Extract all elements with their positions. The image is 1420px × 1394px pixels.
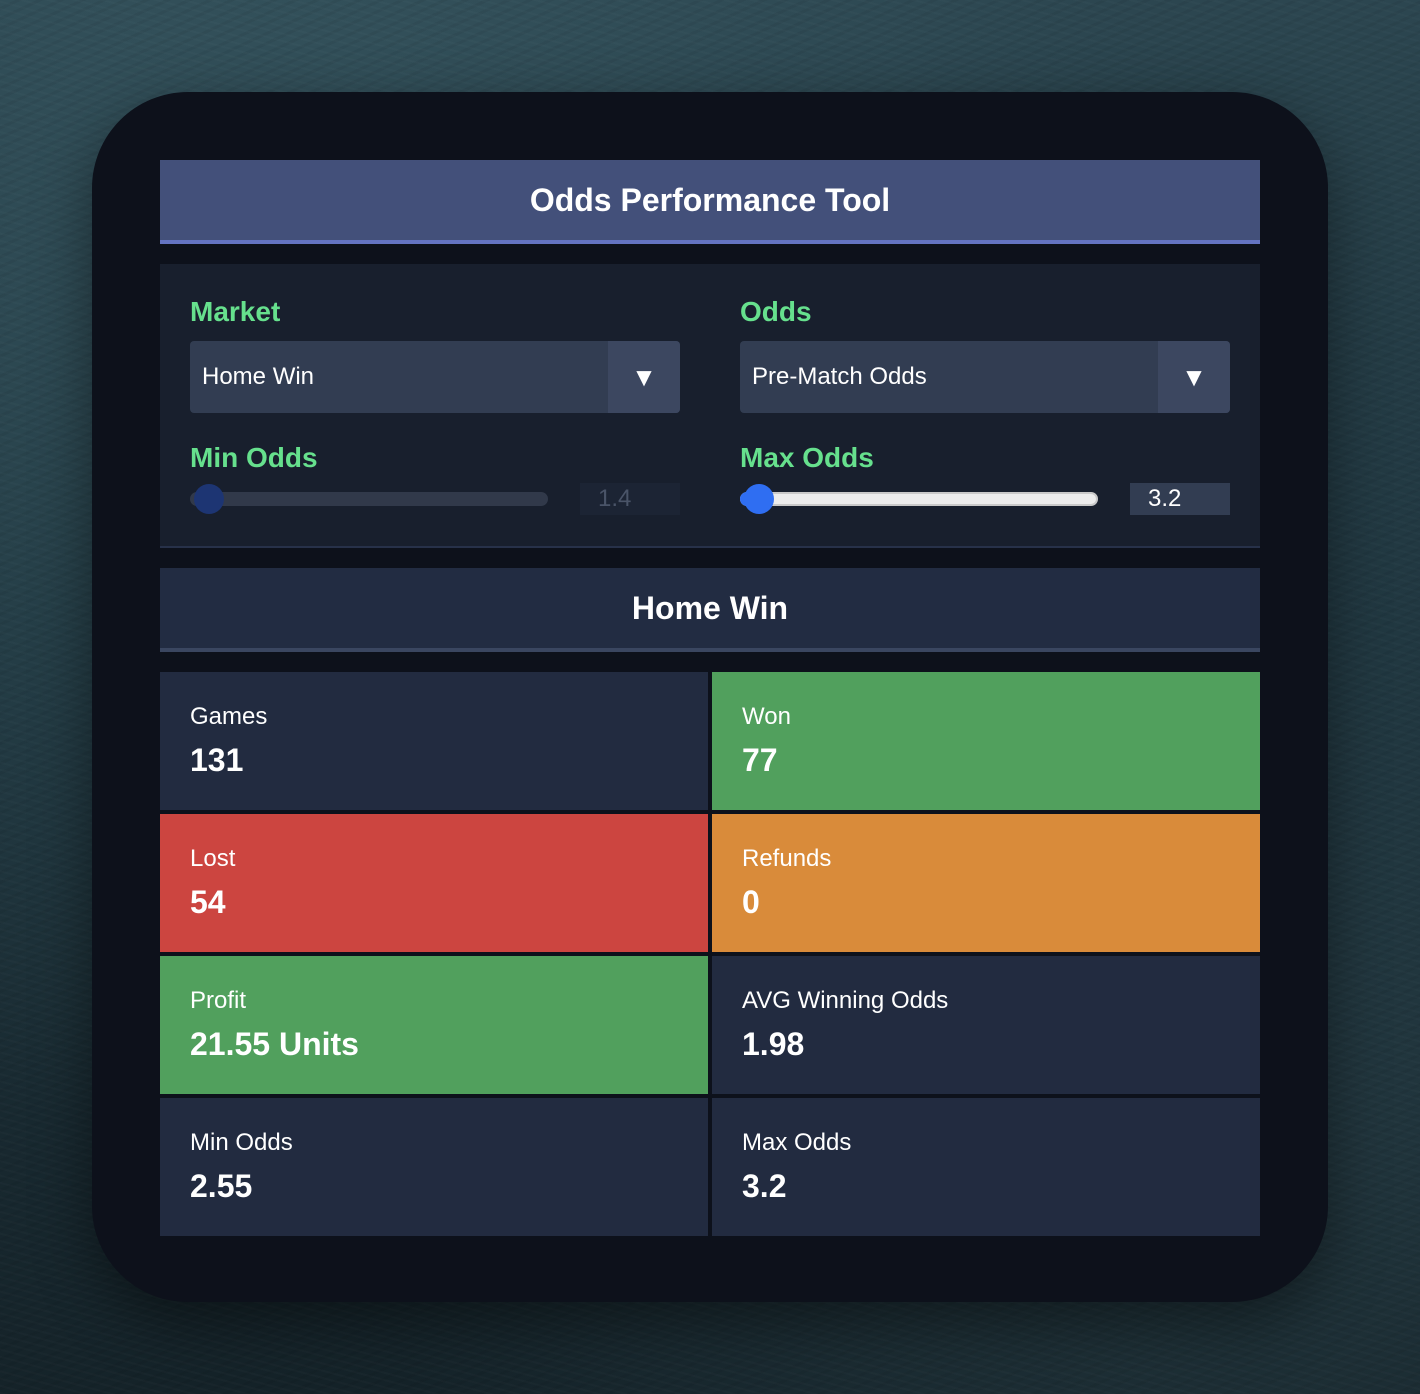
app-header: Odds Performance Tool — [160, 160, 1260, 244]
odds-label: Odds — [740, 296, 812, 327]
app-title: Odds Performance Tool — [529, 181, 891, 218]
min-odds-input[interactable]: 1.4 — [580, 483, 680, 515]
max-odds-slider-thumb[interactable] — [744, 484, 774, 514]
stat-label: Profit — [190, 987, 247, 1014]
stat-card-refunds: Refunds 0 — [712, 814, 1260, 952]
odds-select-value: Pre-Match Odds — [752, 363, 927, 390]
stat-value: 3.2 — [742, 1168, 787, 1204]
stat-card-avg-winning-odds: AVG Winning Odds 1.98 — [712, 956, 1260, 1094]
stat-card-max-odds: Max Odds 3.2 — [712, 1098, 1260, 1236]
stat-value: 77 — [742, 742, 778, 778]
stat-label: Refunds — [742, 845, 832, 872]
triangle-down-icon[interactable]: ▼ — [1158, 341, 1230, 413]
min-odds-slider-thumb[interactable] — [194, 484, 224, 514]
stat-value: 2.55 — [190, 1168, 253, 1204]
stat-label: AVG Winning Odds — [742, 987, 949, 1014]
min-odds-label: Min Odds — [190, 442, 318, 473]
stats-grid: Games 131 Won 77 Lost 54 Refunds 0 Profi… — [160, 672, 1260, 1236]
max-odds-slider-track[interactable] — [740, 492, 1098, 506]
results-title: Home Win — [631, 589, 789, 626]
stat-value: 21.55 Units — [190, 1026, 359, 1062]
stat-value: 131 — [190, 742, 244, 778]
max-odds-input[interactable]: 3.2 — [1130, 483, 1230, 515]
filters-panel: Market Home Win ▼ Odds Pre-Match Odds ▼ … — [160, 264, 1260, 548]
stat-label: Min Odds — [190, 1129, 293, 1156]
odds-tool-app: Odds Performance Tool Market Home Win ▼ … — [160, 160, 1260, 1236]
odds-select[interactable]: Pre-Match Odds ▼ — [740, 341, 1230, 413]
stat-label: Won — [742, 703, 791, 730]
stat-label: Games — [190, 703, 268, 730]
stat-card-min-odds: Min Odds 2.55 — [160, 1098, 708, 1236]
market-select-value: Home Win — [202, 363, 315, 390]
stat-label: Lost — [190, 845, 236, 872]
triangle-down-icon[interactable]: ▼ — [608, 341, 680, 413]
stat-value: 54 — [190, 884, 226, 920]
stat-card-won: Won 77 — [712, 672, 1260, 810]
stat-card-games: Games 131 — [160, 672, 708, 810]
stat-card-lost: Lost 54 — [160, 814, 708, 952]
results-header: Home Win — [160, 568, 1260, 652]
stat-value: 0 — [742, 884, 760, 920]
market-select[interactable]: Home Win ▼ — [190, 341, 680, 413]
market-label: Market — [190, 296, 281, 327]
max-odds-label: Max Odds — [740, 442, 874, 473]
min-odds-slider-track[interactable] — [190, 492, 548, 506]
stat-value: 1.98 — [742, 1026, 805, 1062]
stat-card-profit: Profit 21.55 Units — [160, 956, 708, 1094]
stat-label: Max Odds — [742, 1129, 852, 1156]
